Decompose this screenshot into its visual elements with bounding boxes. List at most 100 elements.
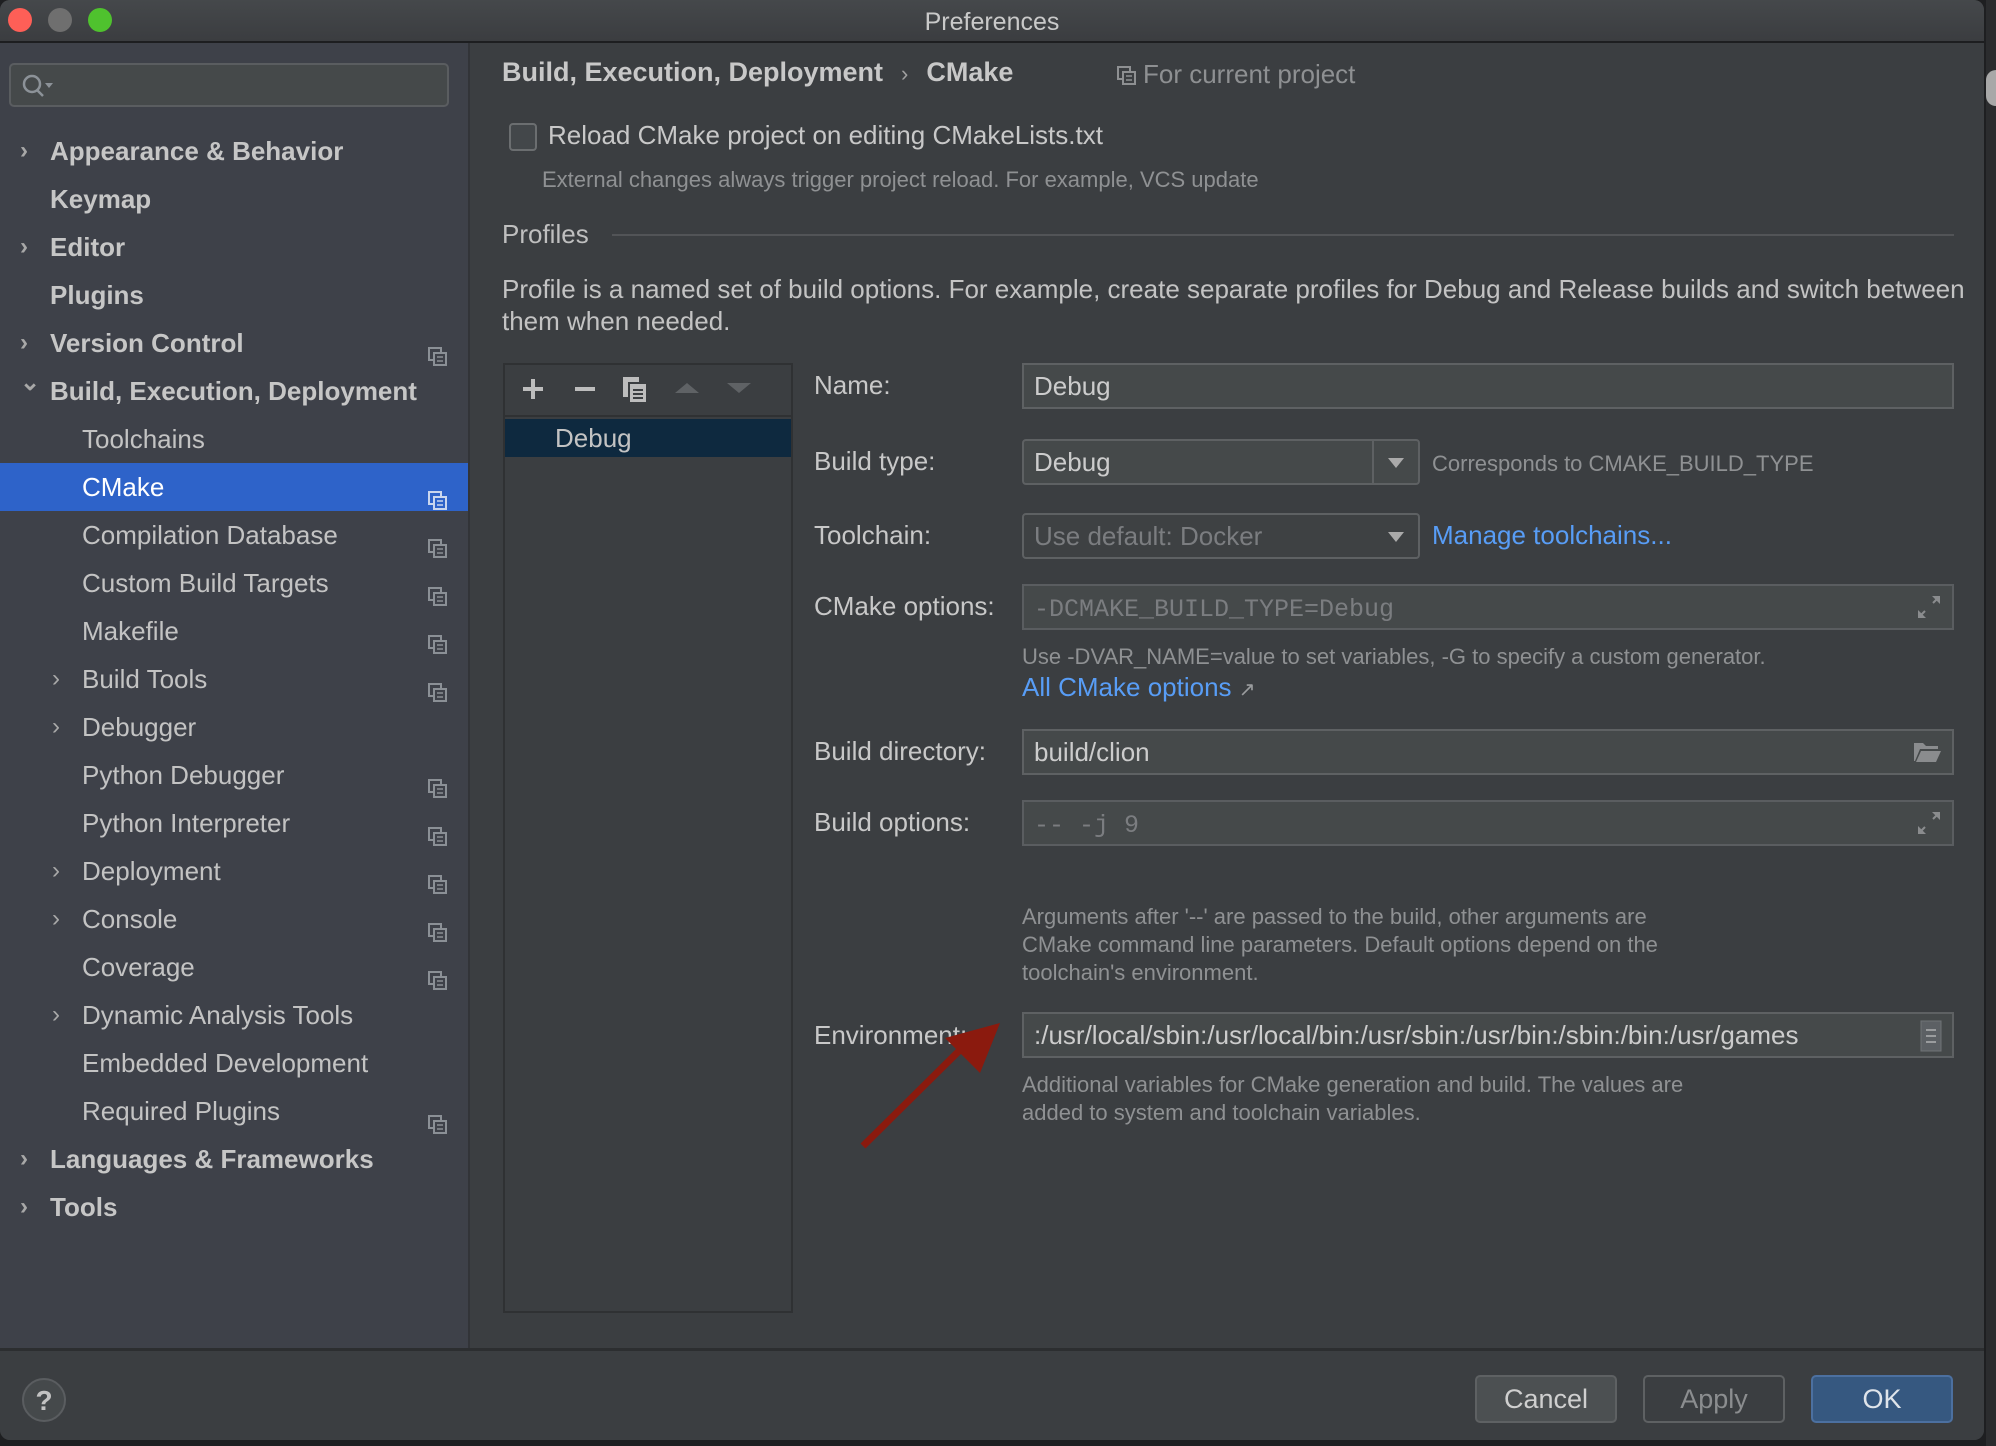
sidebar-item-debugger[interactable]: › Debugger	[0, 703, 468, 751]
cmake-options-hint: Use -DVAR_NAME=value to set variables, -…	[1022, 644, 1766, 669]
ok-button[interactable]: OK	[1811, 1375, 1953, 1423]
build-options-hint: Arguments after '--' are passed to the b…	[1022, 903, 1658, 987]
chevron-down-icon[interactable]	[1372, 441, 1418, 483]
name-label: Name:	[814, 370, 891, 400]
sidebar-item-tools[interactable]: › Tools	[0, 1183, 468, 1231]
add-icon[interactable]	[519, 375, 547, 403]
settings-tree: › Appearance & Behavior Keymap › Editor Plugi…	[0, 127, 468, 1231]
chevron-right-icon[interactable]: ›	[20, 1135, 40, 1183]
sidebar-item-python-debugger[interactable]: Python Debugger	[0, 751, 468, 799]
folder-icon[interactable]	[1912, 739, 1942, 765]
sidebar-item-label: Toolchains	[82, 424, 205, 454]
profiles-section-divider	[612, 234, 1954, 236]
build-options-input[interactable]: -- -j 9	[1022, 800, 1954, 846]
sidebar-item-label: Debugger	[82, 712, 197, 742]
environment-field[interactable]: :/usr/local/sbin:/usr/local/bin:/usr/sbi…	[1022, 1012, 1954, 1058]
breadcrumb-separator: ›	[901, 61, 909, 86]
build-type-label: Build type:	[814, 446, 936, 476]
sidebar-item-custom-build-targets[interactable]: Custom Build Targets	[0, 559, 468, 607]
sidebar-item-languages-frameworks[interactable]: › Languages & Frameworks	[0, 1135, 468, 1183]
sidebar-item-makefile[interactable]: Makefile	[0, 607, 468, 655]
all-cmake-options-link[interactable]: All CMake options	[1022, 672, 1232, 702]
chevron-down-icon[interactable]	[1374, 515, 1418, 557]
build-options-label: Build options:	[814, 807, 971, 837]
sidebar-item-embedded-development[interactable]: Embedded Development	[0, 1039, 468, 1087]
apply-button[interactable]: Apply	[1643, 1375, 1785, 1423]
sidebar-item-build-tools[interactable]: › Build Tools	[0, 655, 468, 703]
sidebar-item-label: Languages & Frameworks	[50, 1144, 374, 1174]
chevron-right-icon[interactable]: ›	[20, 127, 40, 175]
remove-icon[interactable]	[571, 375, 599, 403]
sidebar-item-label: Version Control	[50, 328, 244, 358]
profiles-description: Profile is a named set of build options.…	[502, 274, 1965, 336]
sidebar-item-compilation-database[interactable]: Compilation Database	[0, 511, 468, 559]
sidebar-item-version-control[interactable]: › Version Control	[0, 319, 468, 367]
build-options-hint-line: Arguments after '--' are passed to the b…	[1022, 904, 1647, 929]
expand-icon[interactable]	[1916, 594, 1942, 620]
chevron-right-icon[interactable]: ›	[52, 847, 72, 895]
sidebar-item-build-execution-deployment[interactable]: ⌄ Build, Execution, Deployment	[0, 367, 468, 415]
chevron-right-icon[interactable]: ›	[52, 655, 72, 703]
chevron-right-icon[interactable]: ›	[52, 703, 72, 751]
move-up-icon[interactable]	[673, 375, 701, 403]
search-icon	[22, 74, 53, 97]
preferences-window: Preferences › Appearance & Behavior Keymap…	[0, 0, 1984, 1440]
sidebar-item-coverage[interactable]: Coverage	[0, 943, 468, 991]
sidebar-item-label: Editor	[50, 232, 126, 262]
chevron-right-icon[interactable]: ›	[52, 895, 72, 943]
cmake-options-label: CMake options:	[814, 591, 995, 621]
sidebar-item-label: Deployment	[82, 856, 221, 886]
environment-hint-line: added to system and toolchain variables.	[1022, 1100, 1421, 1125]
sidebar-item-required-plugins[interactable]: Required Plugins	[0, 1087, 468, 1135]
reload-cmake-checkbox[interactable]	[509, 123, 537, 151]
help-button[interactable]: ?	[22, 1378, 66, 1422]
window-title: Preferences	[924, 8, 1060, 36]
chevron-right-icon[interactable]: ›	[20, 223, 40, 271]
sidebar-item-label: Plugins	[50, 280, 144, 310]
project-scope-icon	[1117, 66, 1136, 85]
sidebar-item-cmake[interactable]: CMake	[0, 463, 468, 511]
annotation-arrow-shaft	[860, 1045, 965, 1149]
expand-icon[interactable]	[1916, 810, 1942, 836]
settings-sidebar: › Appearance & Behavior Keymap › Editor Plugi…	[0, 43, 470, 1348]
manage-toolchains-link[interactable]: Manage toolchains...	[1432, 520, 1672, 551]
background-window-edge	[1986, 0, 1996, 1446]
sidebar-item-editor[interactable]: › Editor	[0, 223, 468, 271]
move-down-icon[interactable]	[725, 375, 753, 403]
chevron-right-icon[interactable]: ›	[20, 1183, 40, 1231]
sidebar-item-keymap[interactable]: Keymap	[0, 175, 468, 223]
toolchain-combo[interactable]: Use default: Docker	[1022, 513, 1420, 559]
build-type-value: Debug	[1034, 447, 1111, 477]
cancel-button[interactable]: Cancel	[1475, 1375, 1617, 1423]
sidebar-item-label: Custom Build Targets	[82, 568, 329, 598]
environment-label: Environment:	[814, 1020, 968, 1050]
sidebar-item-label: Compilation Database	[82, 520, 338, 550]
sidebar-item-python-interpreter[interactable]: Python Interpreter	[0, 799, 468, 847]
sidebar-item-deployment[interactable]: › Deployment	[0, 847, 468, 895]
sidebar-item-dynamic-analysis-tools[interactable]: › Dynamic Analysis Tools	[0, 991, 468, 1039]
background-scroll-knob	[1986, 70, 1996, 106]
reload-cmake-label[interactable]: Reload CMake project on editing CMakeLis…	[548, 120, 1103, 151]
sidebar-item-toolchains[interactable]: Toolchains	[0, 415, 468, 463]
edit-environment-icon[interactable]	[1920, 1020, 1942, 1052]
profile-item-debug[interactable]: Debug	[505, 419, 791, 457]
profiles-toolbar	[505, 365, 791, 417]
chevron-right-icon[interactable]: ›	[52, 991, 72, 1039]
cmake-options-placeholder: -DCMAKE_BUILD_TYPE=Debug	[1034, 595, 1395, 624]
sidebar-item-plugins[interactable]: Plugins	[0, 271, 468, 319]
profile-name-input[interactable]: Debug	[1022, 363, 1954, 409]
sidebar-item-label: Dynamic Analysis Tools	[82, 1000, 354, 1030]
cmake-options-input[interactable]: -DCMAKE_BUILD_TYPE=Debug	[1022, 584, 1954, 630]
sidebar-item-console[interactable]: › Console	[0, 895, 468, 943]
scope-indicator: For current project	[1117, 59, 1355, 90]
chevron-down-icon[interactable]: ⌄	[20, 359, 40, 407]
build-type-combo[interactable]: Debug	[1022, 439, 1420, 485]
build-options-hint-line: CMake command line parameters. Default o…	[1022, 932, 1658, 957]
sidebar-item-label: Coverage	[82, 952, 195, 982]
copy-icon[interactable]	[621, 375, 649, 405]
build-options-placeholder: -- -j 9	[1034, 811, 1140, 840]
build-directory-input[interactable]: build/clion	[1022, 729, 1954, 775]
sidebar-item-appearance-behavior[interactable]: › Appearance & Behavior	[0, 127, 468, 175]
breadcrumb-parent[interactable]: Build, Execution, Deployment	[502, 57, 883, 87]
settings-search-input[interactable]	[9, 63, 449, 107]
